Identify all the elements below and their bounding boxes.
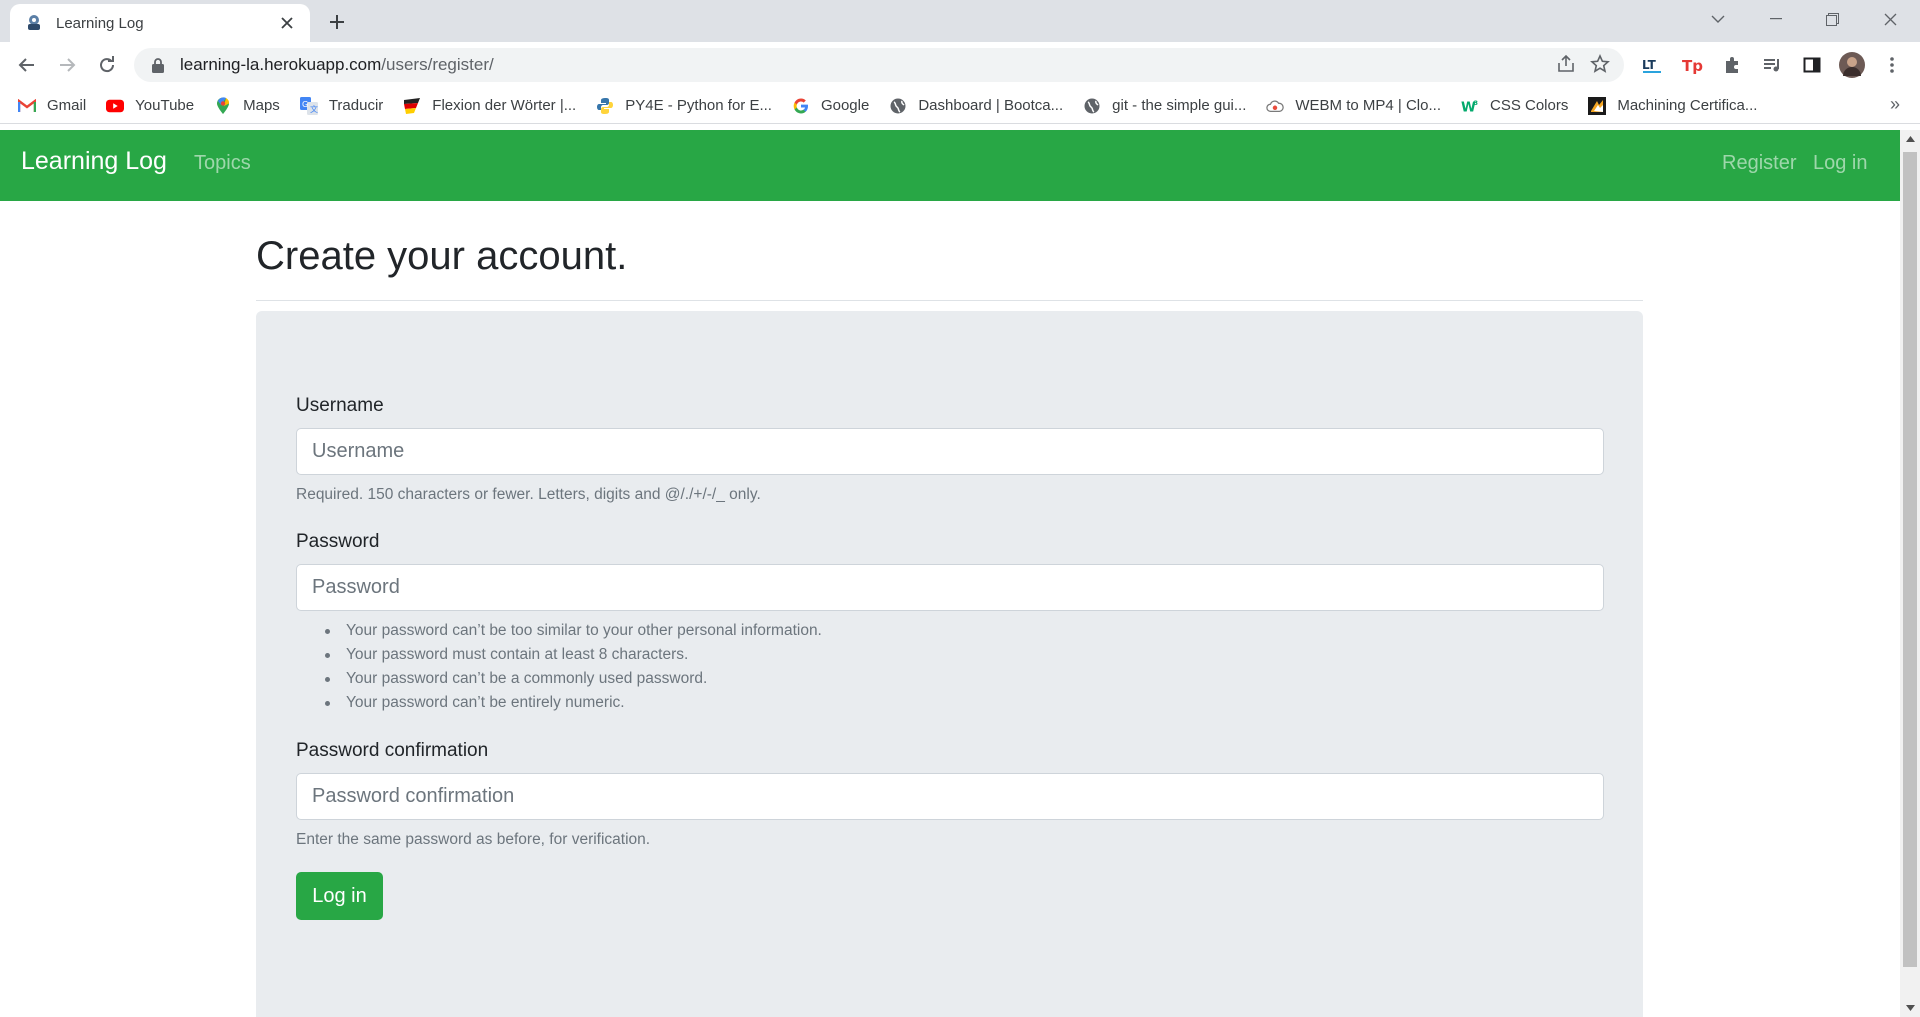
bookmark-css-colors[interactable]: W3 CSS Colors xyxy=(1461,92,1576,120)
tab-search-icon[interactable] xyxy=(1690,0,1746,38)
lock-icon[interactable] xyxy=(150,57,166,73)
reload-icon[interactable] xyxy=(91,49,123,81)
cloud-icon xyxy=(1266,97,1285,115)
svg-text:G: G xyxy=(302,100,308,109)
google-icon xyxy=(792,97,810,115)
svg-text:3: 3 xyxy=(1474,100,1478,107)
password-help-item: Your password must contain at least 8 ch… xyxy=(306,643,822,667)
languagetool-extension-icon[interactable]: LT xyxy=(1636,49,1668,81)
restore-icon[interactable] xyxy=(1804,0,1860,38)
profile-avatar[interactable] xyxy=(1836,49,1868,81)
browser-menu-icon[interactable] xyxy=(1876,49,1908,81)
bookmark-youtube[interactable]: YouTube xyxy=(106,92,202,120)
title-divider xyxy=(256,300,1643,301)
bookmark-traducir[interactable]: G文 Traducir xyxy=(299,92,391,120)
globe-icon xyxy=(1083,97,1101,115)
svg-text:文: 文 xyxy=(310,104,318,114)
password-help-item: Your password can’t be entirely numeric. xyxy=(306,691,822,715)
close-window-icon[interactable] xyxy=(1862,0,1918,38)
nav-link-topics[interactable]: Topics xyxy=(194,152,251,175)
password-confirmation-input[interactable] xyxy=(296,773,1604,820)
w3schools-icon: W3 xyxy=(1461,97,1479,115)
address-bar[interactable]: learning-la.herokuapp.com/users/register… xyxy=(134,48,1624,82)
browser-tab[interactable]: Learning Log xyxy=(10,4,310,42)
django-pony-icon xyxy=(24,13,44,33)
close-tab-icon[interactable] xyxy=(276,12,298,34)
media-control-icon[interactable] xyxy=(1756,49,1788,81)
extensions-puzzle-icon[interactable] xyxy=(1716,49,1748,81)
globe-icon xyxy=(889,97,907,115)
nav-link-register[interactable]: Register xyxy=(1722,152,1796,175)
bookmark-dashboard[interactable]: Dashboard | Bootca... xyxy=(889,92,1071,120)
username-help: Required. 150 characters or fewer. Lette… xyxy=(296,486,761,503)
password-confirmation-label: Password confirmation xyxy=(296,740,489,761)
maps-icon xyxy=(214,96,232,115)
tab-title: Learning Log xyxy=(56,14,144,32)
bookmark-google[interactable]: Google xyxy=(792,92,877,120)
minimize-icon[interactable] xyxy=(1748,0,1804,38)
username-label: Username xyxy=(296,395,384,416)
gmail-icon xyxy=(18,97,36,115)
bookmark-py4e[interactable]: PY4E - Python for E... xyxy=(596,92,780,120)
bookmark-star-icon[interactable] xyxy=(1590,54,1610,79)
password-input[interactable] xyxy=(296,564,1604,611)
flag-de-icon xyxy=(403,97,421,115)
submit-button[interactable]: Log in xyxy=(296,872,383,920)
password-help-item: Your password can’t be too similar to yo… xyxy=(306,619,822,643)
extensions-area: LT Tp xyxy=(1636,49,1908,81)
register-form-panel: Username Required. 150 characters or few… xyxy=(256,311,1643,1017)
page-viewport: Learning Log Topics Register Log in Crea… xyxy=(0,130,1900,1017)
translate-icon: G文 xyxy=(299,96,318,115)
password-help-list: Your password can’t be too similar to yo… xyxy=(306,619,822,715)
site-navbar: Learning Log Topics Register Log in xyxy=(0,130,1900,201)
page-scrollbar[interactable] xyxy=(1900,130,1920,1017)
bookmark-machining[interactable]: Machining Certifica... xyxy=(1588,92,1765,120)
password-label: Password xyxy=(296,531,380,552)
more-bookmarks-icon[interactable]: » xyxy=(1890,94,1900,115)
side-panel-icon[interactable] xyxy=(1796,49,1828,81)
password-help-item: Your password can’t be a commonly used p… xyxy=(306,667,822,691)
bookmark-flexion[interactable]: Flexion der Wörter |... xyxy=(403,92,584,120)
scrollbar-thumb[interactable] xyxy=(1903,152,1917,967)
bookmarks-bar: Gmail YouTube Maps G文 Traducir Flexion d… xyxy=(0,88,1920,124)
scroll-down-icon[interactable] xyxy=(1900,999,1920,1017)
bookmark-gmail[interactable]: Gmail xyxy=(18,92,94,120)
forward-icon[interactable] xyxy=(51,49,83,81)
youtube-icon xyxy=(106,97,125,115)
navbar-brand[interactable]: Learning Log xyxy=(21,147,167,176)
bookmark-webm[interactable]: WEBM to MP4 | Clo... xyxy=(1266,92,1449,120)
password-confirmation-help: Enter the same password as before, for v… xyxy=(296,831,651,848)
nav-link-login[interactable]: Log in xyxy=(1813,152,1868,175)
back-icon[interactable] xyxy=(11,49,43,81)
tp-extension-icon[interactable]: Tp xyxy=(1676,49,1708,81)
browser-toolbar: learning-la.herokuapp.com/users/register… xyxy=(0,42,1920,88)
username-input[interactable] xyxy=(296,428,1604,475)
bookmark-maps[interactable]: Maps xyxy=(214,92,288,120)
svg-text:Tp: Tp xyxy=(1682,57,1703,74)
url-text[interactable]: learning-la.herokuapp.com/users/register… xyxy=(180,55,494,75)
bookmark-git[interactable]: git - the simple gui... xyxy=(1083,92,1254,120)
python-icon xyxy=(596,97,614,115)
scroll-up-icon[interactable] xyxy=(1900,130,1920,148)
page-title: Create your account. xyxy=(256,234,628,278)
share-icon[interactable] xyxy=(1556,54,1576,79)
machining-icon xyxy=(1588,96,1607,115)
svg-text:LT: LT xyxy=(1642,58,1657,72)
tab-strip: Learning Log xyxy=(0,0,1920,42)
new-tab-icon[interactable] xyxy=(325,10,349,34)
